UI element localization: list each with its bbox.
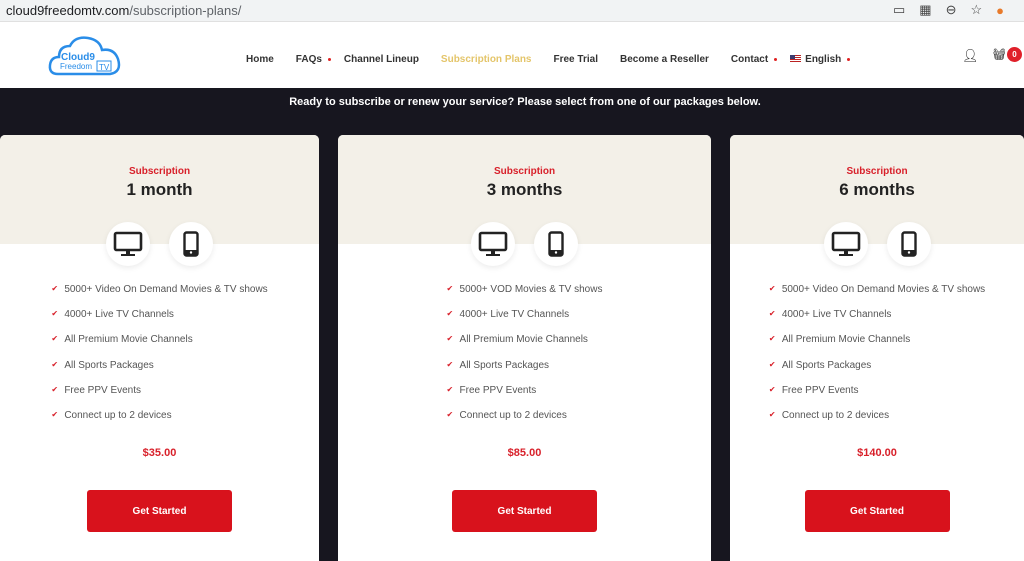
site-header: Cloud9 Freedom TV Home FAQs Channel Line… — [0, 22, 1024, 88]
feature-list: 5000+ Video On Demand Movies & TV shows4… — [769, 284, 985, 435]
get-started-button[interactable]: Get Started — [87, 490, 232, 533]
feature-item: 5000+ Video On Demand Movies & TV shows — [769, 284, 985, 309]
feature-item: All Premium Movie Channels — [769, 334, 985, 359]
nav-contact[interactable]: Contact — [731, 54, 778, 65]
us-flag-icon — [790, 55, 802, 62]
desktop-icon — [823, 222, 868, 266]
mobile-phone-icon — [534, 222, 578, 266]
feature-item: 5000+ VOD Movies & TV shows — [447, 284, 603, 309]
plan-duration: 1 month — [126, 180, 193, 199]
main-nav: Home FAQs Channel Lineup Subscription Pl… — [246, 54, 863, 65]
feature-list: 5000+ Video On Demand Movies & TV shows4… — [51, 284, 267, 435]
url-text[interactable]: cloud9freedomtv.com/subscription-plans/ — [6, 3, 241, 18]
feature-item: Free PPV Events — [51, 385, 267, 410]
plan-card: Subscription 6 months 5000+ Video On Dem… — [730, 135, 1024, 561]
get-started-button[interactable]: Get Started — [804, 490, 950, 533]
nav-free-trial[interactable]: Free Trial — [554, 54, 598, 65]
get-started-button[interactable]: Get Started — [452, 490, 597, 533]
feature-item: All Sports Packages — [51, 360, 267, 385]
feature-item: 4000+ Live TV Channels — [447, 309, 603, 334]
tagline: Ready to subscribe or renew your service… — [289, 96, 761, 108]
plan-label: Subscription — [846, 166, 908, 177]
browser-address-bar[interactable]: cloud9freedomtv.com/subscription-plans/ … — [0, 0, 1024, 22]
plan-duration: 6 months — [839, 180, 915, 199]
plan-label: Subscription — [128, 166, 191, 177]
nav-become-reseller[interactable]: Become a Reseller — [620, 54, 709, 65]
svg-text:Freedom: Freedom — [60, 62, 92, 71]
cloud9-logo[interactable]: Cloud9 Freedom TV — [48, 34, 122, 78]
cart-basket-icon[interactable]: 🧺︎ — [992, 48, 1006, 61]
feature-item: Connect up to 2 devices — [769, 410, 985, 435]
qr-code-icon[interactable]: ▦ — [919, 2, 931, 18]
feature-item: Free PPV Events — [769, 385, 985, 410]
plan-price: $140.00 — [857, 447, 897, 460]
mobile-phone-icon — [886, 222, 931, 266]
cart-count-badge: 0 — [1007, 47, 1022, 62]
feature-item: All Sports Packages — [769, 360, 985, 385]
plan-card: Subscription 3 months 5000+ VOD Movies &… — [338, 135, 711, 561]
feature-item: Free PPV Events — [447, 385, 603, 410]
nav-subscription-plans[interactable]: Subscription Plans — [441, 54, 532, 65]
feature-item: Connect up to 2 devices — [51, 410, 267, 435]
feature-item: 5000+ Video On Demand Movies & TV shows — [51, 284, 267, 309]
zoom-icon[interactable]: ⊖ — [946, 2, 957, 18]
feature-list: 5000+ VOD Movies & TV shows4000+ Live TV… — [447, 284, 603, 435]
feature-item: 4000+ Live TV Channels — [51, 309, 267, 334]
feature-item: 4000+ Live TV Channels — [769, 309, 985, 334]
plan-label: Subscription — [493, 166, 556, 177]
feature-item: Connect up to 2 devices — [447, 410, 603, 435]
plan-price: $35.00 — [142, 447, 177, 460]
feature-item: All Premium Movie Channels — [447, 334, 603, 359]
desktop-icon — [471, 222, 515, 266]
plan-price: $85.00 — [507, 447, 542, 460]
feature-item: All Premium Movie Channels — [51, 334, 267, 359]
mobile-phone-icon — [169, 222, 213, 266]
feature-item: All Sports Packages — [447, 360, 603, 385]
nav-home[interactable]: Home — [246, 54, 274, 65]
cast-icon[interactable]: ▭ — [893, 2, 905, 18]
plan-duration: 3 months — [486, 180, 563, 199]
plan-card: Subscription 1 month 5000+ Video On Dema… — [0, 135, 319, 561]
user-account-icon[interactable]: 👤︎ — [962, 48, 979, 64]
svg-text:TV: TV — [99, 63, 110, 72]
extension-icon[interactable]: ● — [996, 3, 1004, 18]
nav-channel-lineup[interactable]: Channel Lineup — [344, 54, 419, 65]
bookmark-star-icon[interactable]: ☆ — [970, 2, 982, 18]
nav-faqs[interactable]: FAQs — [296, 54, 332, 65]
desktop-icon — [106, 222, 150, 266]
nav-language[interactable]: English — [790, 54, 851, 65]
